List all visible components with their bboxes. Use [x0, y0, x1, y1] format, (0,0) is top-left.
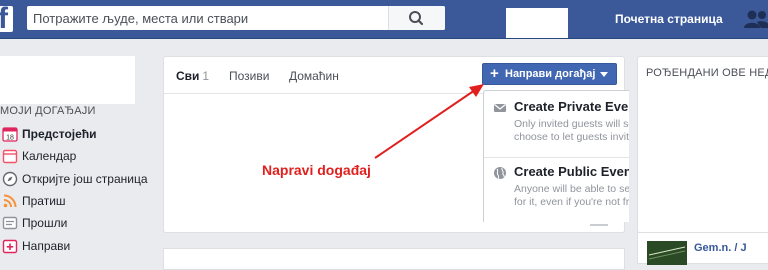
create-event-label: Направи догађај: [505, 68, 596, 80]
calendar-18-icon: 18: [2, 127, 18, 142]
calendar-icon: [2, 149, 18, 164]
tab-all[interactable]: Сви 1: [176, 69, 209, 83]
annotation-label: Napravi događaj: [262, 162, 371, 178]
sidebar-item-past[interactable]: Прошли: [0, 213, 150, 233]
tab-invites[interactable]: Позиви: [229, 69, 269, 83]
search-icon: [409, 11, 424, 26]
sidebar-item-label: Откријте још страница: [22, 172, 148, 186]
thumbnail-image: [647, 241, 687, 265]
card-faint-marks: [590, 224, 610, 228]
page-thumbnail[interactable]: [647, 241, 687, 265]
sidebar-item-calendar[interactable]: Календар: [0, 146, 150, 166]
profile-link[interactable]: [506, 8, 568, 38]
dropdown-item-title: Create Public Event: [514, 164, 629, 179]
sidebar-item-create[interactable]: Направи: [0, 236, 150, 256]
envelope-icon: [494, 104, 506, 112]
sidebar-item-discover[interactable]: Откријте још страница: [0, 169, 150, 189]
search-button[interactable]: [388, 6, 445, 30]
compass-icon: [2, 171, 18, 187]
create-public-event-item[interactable]: Create Public Event Anyone will be able …: [484, 158, 629, 218]
home-link[interactable]: Почетна страница: [615, 12, 723, 26]
sidebar-item-label: Направи: [22, 239, 71, 253]
plus-icon: +: [490, 65, 499, 82]
svg-text:18: 18: [6, 135, 14, 142]
tab-label: Позиви: [229, 69, 270, 83]
dropdown-panel: Create Private Event Only invited guests…: [483, 90, 629, 222]
sidebar-item-upcoming[interactable]: 18 Предстојећи: [0, 124, 150, 144]
top-bar: f Почетна страница: [0, 0, 768, 39]
friends-icon[interactable]: [744, 9, 768, 29]
sidebar-item-label: Прошли: [22, 216, 68, 230]
tab-count: 1: [202, 69, 210, 83]
dropdown-item-description: Anyone will be able to see your event an…: [514, 183, 629, 208]
chevron-down-icon: [600, 72, 608, 77]
facebook-logo[interactable]: f: [0, 6, 13, 32]
sidebar-item-label: Календар: [22, 149, 77, 163]
left-profile-block: [0, 56, 135, 104]
rss-icon: [3, 194, 17, 208]
sidebar-item-label: Предстојећи: [22, 127, 97, 141]
create-icon: [2, 239, 18, 254]
create-private-event-item[interactable]: Create Private Event Only invited guests…: [484, 93, 629, 153]
create-event-button[interactable]: + Направи догађај: [482, 63, 617, 85]
sidebar-item-label: Пратиш: [22, 194, 66, 208]
create-event-dropdown: Create Private Event Only invited guests…: [483, 90, 629, 222]
birthdays-card: РОЂЕНДАНИ ОВЕ НЕДЕ: [637, 56, 768, 233]
left-nav-section-title: МОЈИ ДОГАЂАЈИ: [0, 105, 96, 117]
dropdown-item-description: Only invited guests will see your event.…: [514, 118, 629, 143]
sidebar-item-following[interactable]: Пратиш: [0, 191, 150, 211]
dropdown-item-title: Create Private Event: [514, 99, 629, 114]
globe-icon: [494, 167, 506, 180]
tab-label: Сви: [176, 69, 200, 83]
search-input[interactable]: [33, 9, 393, 27]
history-icon: [2, 216, 18, 230]
search-box[interactable]: [27, 6, 445, 30]
suggested-page-name[interactable]: Gem.n. / J: [694, 242, 747, 254]
tab-hosting[interactable]: Домаћин: [289, 69, 339, 83]
suggested-page-card: Gem.n. / J: [637, 232, 768, 265]
tab-label: Домаћин: [289, 69, 339, 83]
birthdays-title: РОЂЕНДАНИ ОВЕ НЕДЕ: [646, 67, 768, 79]
events-card-lower: [163, 248, 625, 270]
